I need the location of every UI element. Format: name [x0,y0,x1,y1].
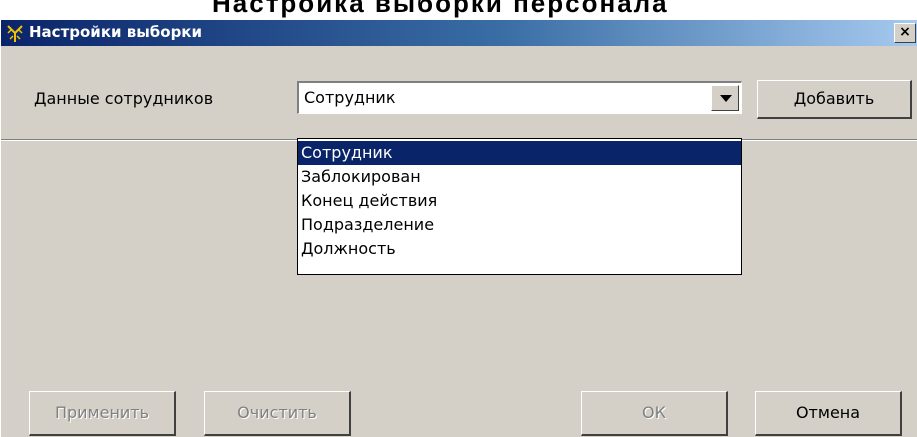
ok-button[interactable]: ОК [581,391,728,436]
page: Настройка выборки персонала Настройки вы… [0,0,917,437]
app-antenna-icon [7,25,23,42]
dropdown-list: Сотрудник Заблокирован Конец действия По… [297,138,742,275]
dropdown-arrow-button[interactable] [711,85,739,111]
cancel-button[interactable]: Отмена [755,391,902,436]
close-button[interactable]: × [894,23,916,43]
clear-button[interactable]: Очистить [204,391,351,436]
employee-data-label: Данные сотрудников [34,89,214,108]
title-bar[interactable]: Настройки выборки × [1,20,917,46]
apply-button[interactable]: Применить [29,391,176,436]
employee-field-select[interactable]: Сотрудник [297,81,742,114]
selection-settings-dialog: Настройки выборки × Данные сотрудников С… [0,20,917,437]
dropdown-option-position[interactable]: Должность [298,237,741,261]
document-heading: Настройка выборки персонала [212,0,669,18]
dropdown-option-employee[interactable]: Сотрудник [298,141,741,165]
dropdown-option-department[interactable]: Подразделение [298,213,741,237]
add-button[interactable]: Добавить [757,80,912,119]
select-value: Сотрудник [304,88,396,107]
dropdown-option-blocked[interactable]: Заблокирован [298,165,741,189]
dropdown-option-expiry[interactable]: Конец действия [298,189,741,213]
window-title: Настройки выборки [29,23,202,41]
document-heading-fragment: Настройка выборки персонала [0,0,917,20]
